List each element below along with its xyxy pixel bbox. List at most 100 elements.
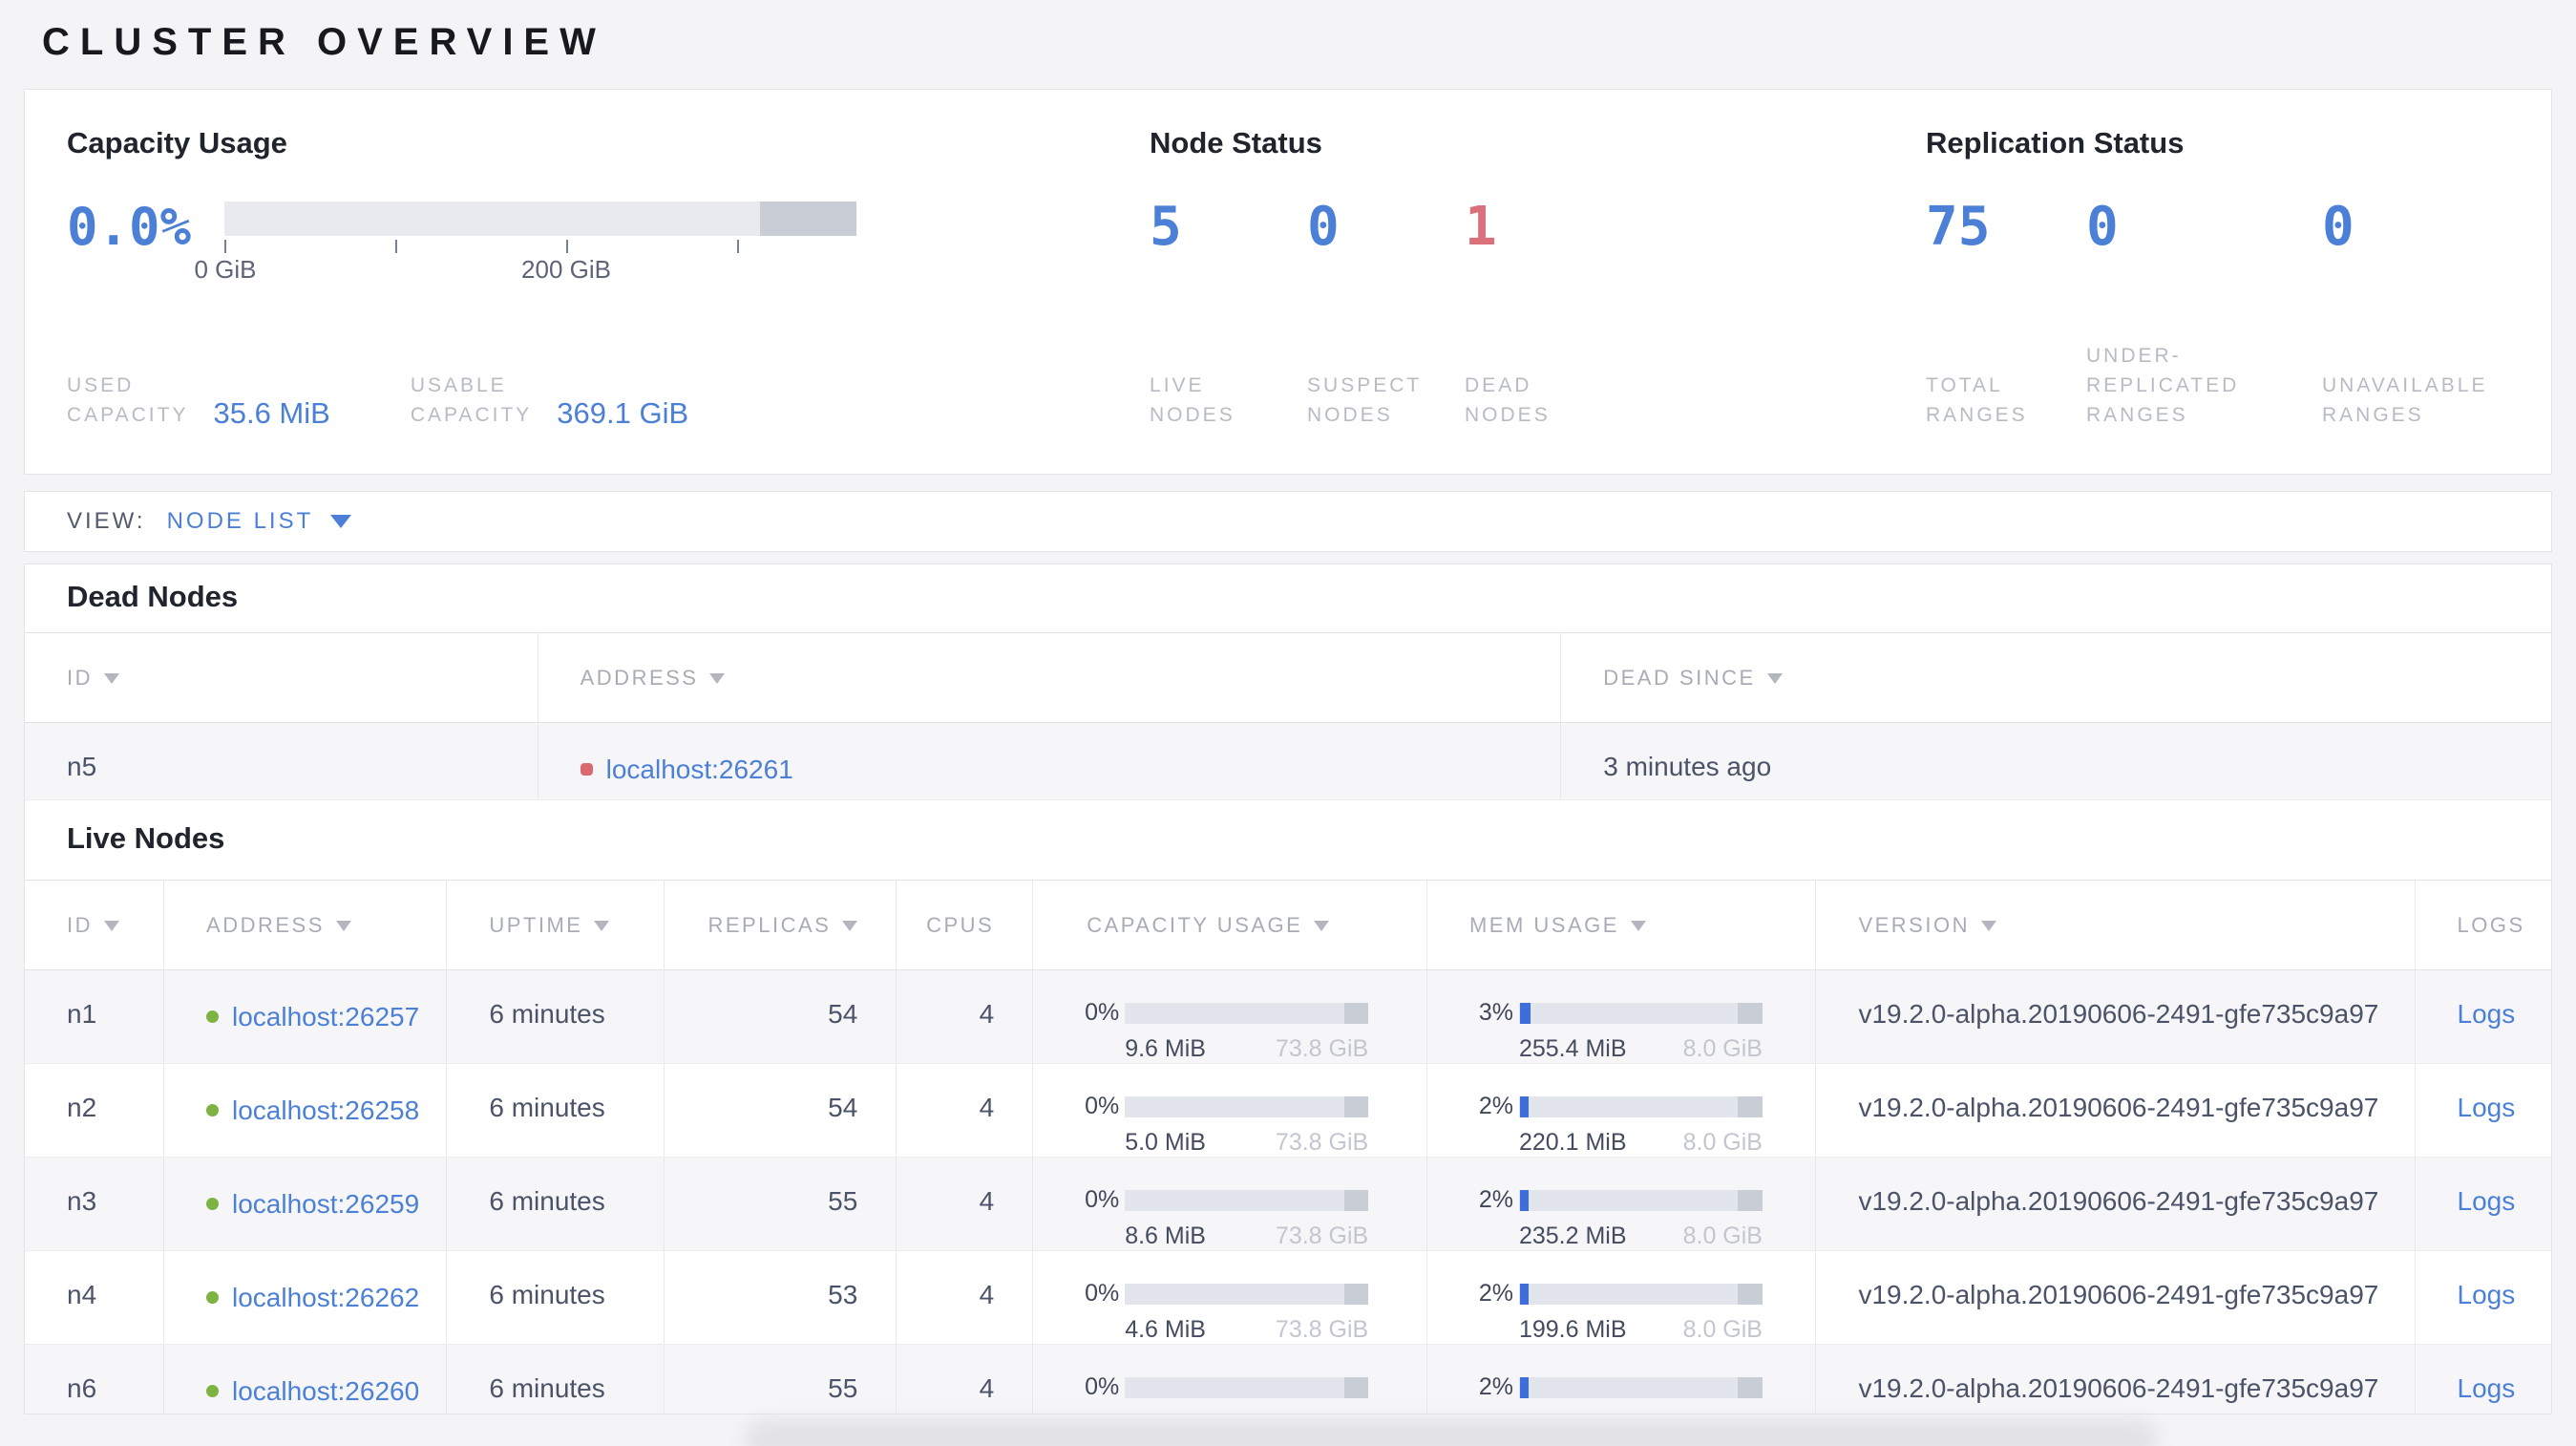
capacity-percent: 0% bbox=[1085, 1093, 1120, 1119]
capacity-used-value: 5.0 MiB bbox=[1125, 1129, 1206, 1156]
dead-status-dot-icon bbox=[580, 763, 593, 776]
live-node-row: n2 localhost:26258 6 minutes 54 4 0% 5.0… bbox=[25, 1063, 2551, 1158]
sort-desc-icon bbox=[709, 672, 726, 684]
used-capacity-label-line: CAPACITY bbox=[67, 404, 189, 426]
node-replicas: 55 bbox=[664, 1344, 897, 1414]
node-address-link[interactable]: localhost:26257 bbox=[232, 1002, 419, 1032]
capacity-used-value: 4.6 MiB bbox=[1125, 1316, 1206, 1343]
live-col-header-mem-usage[interactable]: MEM USAGE bbox=[1426, 880, 1817, 970]
mem-bar-fill bbox=[1519, 1002, 1531, 1024]
live-status-dot-icon bbox=[206, 1010, 220, 1023]
capacity-bar-reserved bbox=[1343, 1283, 1369, 1305]
page-title: CLUSTER OVERVIEW bbox=[42, 21, 606, 63]
node-address-link[interactable]: localhost:26262 bbox=[232, 1283, 419, 1313]
live-col-header-version[interactable]: VERSION bbox=[1815, 880, 2416, 970]
node-address-link[interactable]: localhost:26258 bbox=[232, 1095, 419, 1126]
node-id: n2 bbox=[25, 1063, 165, 1158]
mem-bar bbox=[1518, 1189, 1763, 1211]
logs-link[interactable]: Logs bbox=[2458, 1280, 2516, 1309]
live-status-dot-icon bbox=[206, 1198, 220, 1210]
capacity-used-value: 8.6 MiB bbox=[1125, 1223, 1206, 1249]
live-status-dot-icon bbox=[206, 1104, 220, 1116]
under-replicated-ranges-count: 0 bbox=[2086, 196, 2119, 258]
node-status-heading: Node Status bbox=[1150, 126, 1322, 159]
capacity-bar-reserved bbox=[1343, 1095, 1369, 1117]
stat-label-line: RANGES bbox=[2086, 404, 2188, 426]
dead-node-row: n5 localhost:26261 3 minutes ago bbox=[25, 722, 2551, 800]
mem-used-value: 199.6 MiB bbox=[1518, 1316, 1627, 1343]
logs-link[interactable]: Logs bbox=[2458, 1373, 2516, 1403]
node-id: n1 bbox=[25, 969, 165, 1064]
dead-col-header-address[interactable]: ADDRESS bbox=[538, 632, 1562, 723]
mem-percent: 2% bbox=[1478, 1093, 1513, 1119]
dead-nodes-count: 1 bbox=[1465, 196, 1497, 258]
dead-col-header-dead-since[interactable]: DEAD SINCE bbox=[1560, 632, 2551, 723]
node-cpus: 4 bbox=[896, 969, 1034, 1064]
mem-used-value: 220.1 MiB bbox=[1518, 1129, 1627, 1156]
mem-used-value: 235.2 MiB bbox=[1518, 1223, 1627, 1249]
live-nodes-stat: 5 LIVE NODES bbox=[1150, 199, 1307, 430]
dead-node-dead-since: 3 minutes ago bbox=[1560, 722, 2551, 800]
capacity-gauge-track bbox=[224, 202, 856, 236]
sort-desc-icon bbox=[1314, 920, 1330, 931]
node-version: v19.2.0-alpha.20190606-2491-gfe735c9a97 bbox=[1815, 1063, 2416, 1158]
logs-link[interactable]: Logs bbox=[2458, 999, 2516, 1029]
capacity-total-value: 73.8 GiB bbox=[1275, 1129, 1369, 1156]
node-uptime: 6 minutes bbox=[446, 1344, 665, 1414]
tick-mark bbox=[737, 240, 739, 253]
live-col-header-replicas[interactable]: REPLICAS bbox=[664, 880, 897, 970]
mem-bar-reserved bbox=[1738, 1002, 1763, 1024]
capacity-gauge-reserved-bar bbox=[759, 202, 856, 236]
mem-bar-reserved bbox=[1738, 1095, 1763, 1117]
total-ranges-stat: 75 TOTAL RANGES bbox=[1926, 199, 2086, 430]
live-col-header-uptime[interactable]: UPTIME bbox=[446, 880, 665, 970]
mem-bar bbox=[1518, 1002, 1763, 1024]
live-col-header-id[interactable]: ID bbox=[25, 880, 165, 970]
view-selected-value: NODE LIST bbox=[166, 508, 314, 534]
node-address-link[interactable]: localhost:26259 bbox=[232, 1189, 419, 1220]
capacity-total-value: 73.8 GiB bbox=[1275, 1035, 1369, 1062]
used-capacity-label-line: USED bbox=[67, 374, 135, 396]
logs-link[interactable]: Logs bbox=[2458, 1186, 2516, 1216]
capacity-bar bbox=[1125, 1189, 1369, 1211]
column-label: CAPACITY USAGE bbox=[1087, 913, 1303, 937]
node-replicas: 53 bbox=[664, 1250, 897, 1345]
sort-desc-icon bbox=[1766, 672, 1783, 684]
mem-total-value: 8.0 GiB bbox=[1683, 1410, 1763, 1414]
live-col-header-address[interactable]: ADDRESS bbox=[163, 880, 448, 970]
tick-mark bbox=[395, 240, 397, 253]
dead-nodes-heading: Dead Nodes bbox=[67, 580, 239, 613]
column-label: LOGS bbox=[2457, 913, 2525, 937]
suspect-nodes-stat: 0 SUSPECT NODES bbox=[1307, 199, 1465, 430]
logs-link[interactable]: Logs bbox=[2458, 1093, 2516, 1122]
mem-usage-cell: 2% 235.2 MiB 8.0 GiB bbox=[1469, 1186, 1815, 1250]
live-node-row: n4 localhost:26262 6 minutes 53 4 0% 4.6… bbox=[25, 1250, 2551, 1345]
usable-capacity-label-line: CAPACITY bbox=[410, 404, 533, 426]
node-uptime: 6 minutes bbox=[446, 1250, 665, 1345]
dead-nodes-table: ID ADDRESS DEAD SINCE n5 localhost:26261… bbox=[25, 632, 2551, 800]
column-label: ID bbox=[67, 913, 93, 937]
capacity-percent: 0% bbox=[1085, 999, 1120, 1026]
node-version: v19.2.0-alpha.20190606-2491-gfe735c9a97 bbox=[1815, 1344, 2416, 1414]
column-label: REPLICAS bbox=[707, 913, 832, 937]
capacity-usage-cell: 0% 5.0 MiB 73.8 GiB bbox=[1075, 1093, 1426, 1157]
chevron-down-icon bbox=[330, 515, 352, 528]
sort-desc-icon bbox=[1630, 920, 1646, 931]
dead-col-header-id[interactable]: ID bbox=[25, 632, 538, 723]
sort-desc-icon bbox=[104, 672, 119, 684]
node-address-link[interactable]: localhost:26260 bbox=[232, 1376, 419, 1407]
live-col-header-capacity-usage[interactable]: CAPACITY USAGE bbox=[1032, 880, 1427, 970]
node-status-section: Node Status 5 LIVE NODES 0 SUSPECT NODES bbox=[1150, 126, 1926, 430]
dead-node-address-link[interactable]: localhost:26261 bbox=[606, 755, 793, 785]
stat-label-line: REPLICATED bbox=[2086, 374, 2240, 396]
view-selector-dropdown[interactable]: NODE LIST bbox=[167, 508, 352, 535]
stat-label-line: NODES bbox=[1465, 404, 1551, 426]
live-nodes-heading: Live Nodes bbox=[67, 821, 225, 855]
capacity-usage-section: Capacity Usage 0.0% 0 GiB 200 GiB USED C… bbox=[67, 126, 1150, 430]
node-replicas: 54 bbox=[664, 1063, 897, 1158]
capacity-total-value: 73.8 GiB bbox=[1275, 1223, 1369, 1249]
column-label: ADDRESS bbox=[206, 913, 325, 937]
stat-label-line: RANGES bbox=[1926, 404, 2028, 426]
mem-percent: 2% bbox=[1478, 1280, 1513, 1307]
capacity-bar bbox=[1125, 1095, 1369, 1117]
